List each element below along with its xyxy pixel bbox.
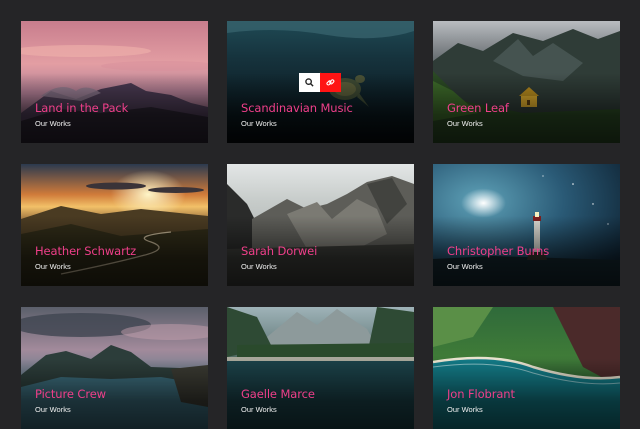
portfolio-category: Our Works	[35, 262, 71, 271]
hover-actions	[299, 73, 341, 92]
portfolio-card[interactable]: Sarah Dorwei Our Works	[227, 164, 414, 286]
portfolio-card[interactable]: Christopher Burns Our Works	[433, 164, 620, 286]
zoom-button[interactable]	[299, 73, 320, 92]
portfolio-title[interactable]: Gaelle Marce	[241, 387, 315, 401]
portfolio-card[interactable]: Heather Schwartz Our Works	[21, 164, 208, 286]
portfolio-category: Our Works	[35, 405, 71, 414]
portfolio-title[interactable]: Land in the Pack	[35, 101, 128, 115]
portfolio-title[interactable]: Green Leaf	[447, 101, 509, 115]
portfolio-category: Our Works	[35, 119, 71, 128]
link-icon	[326, 79, 335, 86]
portfolio-card[interactable]: Land in the Pack Our Works	[21, 21, 208, 143]
portfolio-category: Our Works	[447, 405, 483, 414]
portfolio-card[interactable]: Scandinavian Music Our Works	[227, 21, 414, 143]
portfolio-card[interactable]: Jon Flobrant Our Works	[433, 307, 620, 429]
portfolio-category: Our Works	[241, 119, 277, 128]
portfolio-card[interactable]: Gaelle Marce Our Works	[227, 307, 414, 429]
portfolio-category: Our Works	[241, 262, 277, 271]
portfolio-category: Our Works	[447, 119, 483, 128]
portfolio-card[interactable]: Green Leaf Our Works	[433, 21, 620, 143]
search-icon	[305, 78, 314, 87]
portfolio-title[interactable]: Jon Flobrant	[447, 387, 515, 401]
portfolio-title[interactable]: Scandinavian Music	[241, 101, 353, 115]
portfolio-category: Our Works	[241, 405, 277, 414]
portfolio-card[interactable]: Picture Crew Our Works	[21, 307, 208, 429]
portfolio-title[interactable]: Heather Schwartz	[35, 244, 136, 258]
portfolio-title[interactable]: Picture Crew	[35, 387, 106, 401]
portfolio-category: Our Works	[447, 262, 483, 271]
open-link-button[interactable]	[320, 73, 341, 92]
portfolio-title[interactable]: Christopher Burns	[447, 244, 549, 258]
portfolio-title[interactable]: Sarah Dorwei	[241, 244, 317, 258]
